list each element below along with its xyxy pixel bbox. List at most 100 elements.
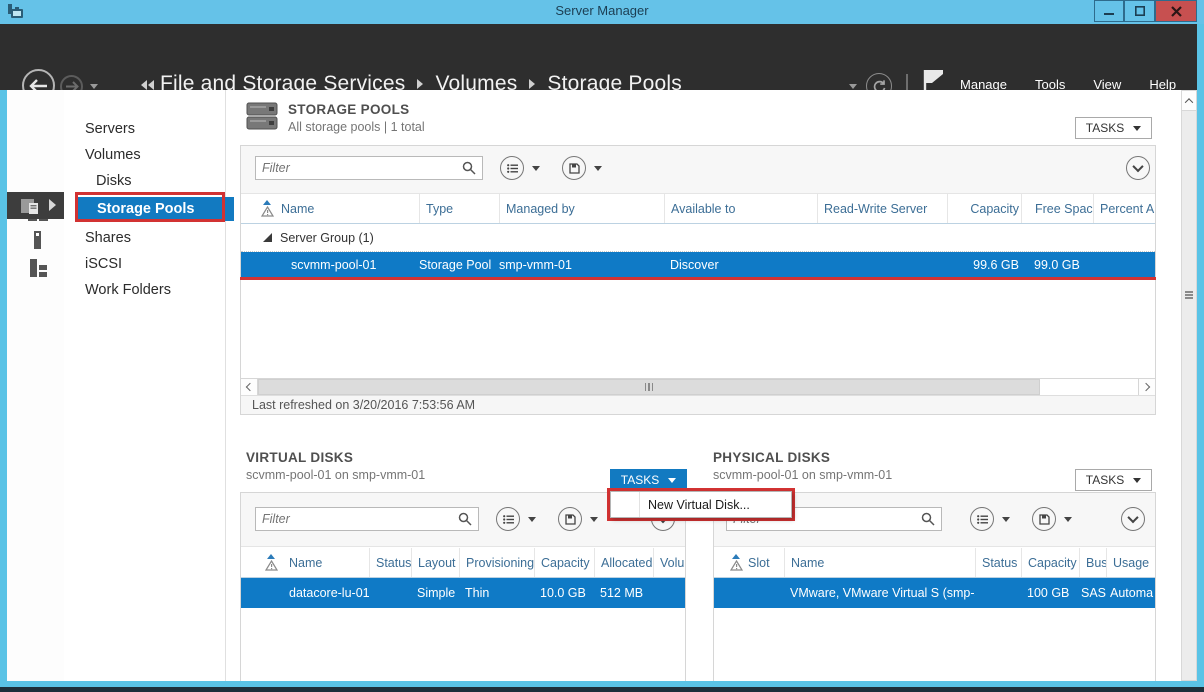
sort-column-header[interactable] — [253, 200, 281, 217]
window-border-bottom-dark — [0, 687, 1204, 692]
column-header-capacity[interactable]: Capacity — [947, 194, 1021, 223]
server-group-row[interactable]: Server Group (1) — [241, 224, 1155, 252]
save-query-caret-icon[interactable] — [590, 517, 598, 522]
save-query-button[interactable] — [562, 156, 586, 180]
view-options-button[interactable] — [970, 507, 994, 531]
close-icon — [1171, 6, 1182, 17]
cell-pool-available-to: Discover — [664, 258, 817, 272]
vertical-scrollbar-grip[interactable] — [1185, 291, 1193, 299]
sort-column-header[interactable] — [726, 554, 746, 571]
chevron-down-icon — [1127, 512, 1138, 523]
physical-disks-collapse-button[interactable] — [1121, 507, 1145, 531]
save-query-button[interactable] — [558, 507, 582, 531]
virtual-disks-subtitle: scvmm-pool-01 on smp-vmm-01 — [246, 468, 425, 482]
view-options-caret-icon[interactable] — [532, 166, 540, 171]
caret-down-icon — [668, 478, 676, 483]
column-header-volume[interactable]: Volun — [653, 548, 685, 577]
virtual-disks-table-header: Name Status Layout Provisioning Capacity… — [241, 548, 685, 578]
view-options-button[interactable] — [500, 156, 524, 180]
history-dropdown-caret-icon[interactable] — [90, 84, 98, 89]
column-header-allocated[interactable]: Allocated — [594, 548, 653, 577]
column-header-free-space[interactable]: Free Space — [1021, 194, 1093, 223]
column-header-available-to[interactable]: Available to — [664, 194, 817, 223]
local-server-icon[interactable] — [28, 231, 48, 249]
sort-ascending-icon — [267, 554, 275, 559]
horizontal-scrollbar-thumb[interactable] — [258, 379, 1040, 395]
view-options-button[interactable] — [496, 507, 520, 531]
breadcrumb-separator-icon — [529, 79, 535, 89]
virtual-disks-filter-input[interactable] — [256, 512, 458, 526]
sort-ascending-icon — [732, 554, 740, 559]
column-header-read-write-server[interactable]: Read-Write Server — [817, 194, 947, 223]
view-options-caret-icon[interactable] — [528, 517, 536, 522]
sidebar-item-shares[interactable]: Shares — [64, 225, 225, 251]
list-icon — [507, 164, 518, 173]
titlebar[interactable]: Server Manager — [0, 0, 1204, 24]
physical-disks-tasks-button[interactable]: TASKS — [1075, 469, 1152, 491]
storage-pools-subtitle: All storage pools | 1 total — [288, 120, 425, 134]
column-header-layout[interactable]: Layout — [411, 548, 459, 577]
physical-disks-table-header: Slot Name Status Capacity Bus Usage — [714, 548, 1155, 578]
all-servers-icon[interactable] — [28, 259, 48, 277]
sort-column-header[interactable] — [253, 554, 289, 571]
virtual-disk-row[interactable]: datacore-lu-01 Simple Thin 10.0 GB 512 M… — [241, 578, 685, 608]
storage-pools-tasks-button[interactable]: TASKS — [1075, 117, 1152, 139]
breadcrumb-separator-icon — [417, 79, 423, 89]
annotation-box-storage-pools — [75, 192, 225, 222]
column-header-capacity[interactable]: Capacity — [534, 548, 594, 577]
chevron-right-icon — [1142, 383, 1150, 391]
caret-down-icon — [1133, 478, 1141, 483]
search-icon — [921, 512, 935, 526]
storage-pools-toolbar — [241, 146, 1155, 194]
sidebar-item-work-folders[interactable]: Work Folders — [64, 277, 225, 303]
minimize-button[interactable] — [1094, 0, 1124, 22]
sidebar-item-servers[interactable]: Servers — [64, 116, 225, 142]
vertical-scrollbar[interactable] — [1181, 90, 1197, 681]
storage-pools-filter[interactable] — [255, 156, 483, 180]
storage-pools-collapse-button[interactable] — [1126, 156, 1150, 180]
cell-pd-usage: Automa — [1106, 586, 1155, 600]
alert-column-icon — [265, 560, 278, 571]
maximize-button[interactable] — [1124, 0, 1155, 22]
menu-item-new-virtual-disk[interactable]: New Virtual Disk... — [640, 498, 750, 512]
column-header-slot[interactable]: Slot — [746, 548, 784, 577]
view-options-caret-icon[interactable] — [1002, 517, 1010, 522]
column-header-name[interactable]: Name — [784, 548, 975, 577]
group-expander-icon[interactable] — [263, 233, 272, 242]
physical-disk-row[interactable]: VMware, VMware Virtual S (smp-s... 100 G… — [714, 578, 1155, 608]
storage-pool-row[interactable]: scvmm-pool-01 Storage Pool smp-vmm-01 Di… — [241, 252, 1155, 278]
breadcrumb-dropdown-caret-icon[interactable] — [849, 84, 857, 89]
sidebar-item-volumes[interactable]: Volumes — [64, 142, 225, 168]
horizontal-scrollbar[interactable] — [241, 378, 1155, 396]
virtual-disks-filter[interactable] — [255, 507, 479, 531]
sidebar-item-iscsi[interactable]: iSCSI — [64, 251, 225, 277]
save-query-button[interactable] — [1032, 507, 1056, 531]
breadcrumb-collapse-icon[interactable] — [141, 80, 154, 90]
column-header-name[interactable]: Name — [289, 548, 369, 577]
column-header-usage[interactable]: Usage — [1106, 548, 1155, 577]
column-header-percent-allocated[interactable]: Percent A — [1093, 194, 1155, 223]
column-header-status[interactable]: Status — [975, 548, 1021, 577]
column-header-managed-by[interactable]: Managed by — [499, 194, 664, 223]
virtual-disks-title: VIRTUAL DISKS — [246, 450, 425, 465]
storage-pools-filter-input[interactable] — [256, 161, 462, 175]
scroll-up-button[interactable] — [1182, 91, 1196, 111]
floppy-disk-icon — [1039, 514, 1050, 525]
window-title: Server Manager — [0, 3, 1204, 18]
alert-column-icon — [730, 560, 743, 571]
column-header-status[interactable]: Status — [369, 548, 411, 577]
column-header-bus[interactable]: Bus — [1079, 548, 1106, 577]
sidebar-item-disks[interactable]: Disks — [64, 168, 225, 194]
scroll-right-button[interactable] — [1138, 379, 1155, 395]
close-button[interactable] — [1155, 0, 1197, 22]
column-header-type[interactable]: Type — [419, 194, 499, 223]
column-header-capacity[interactable]: Capacity — [1021, 548, 1079, 577]
column-header-name[interactable]: Name — [281, 194, 419, 223]
scroll-left-button[interactable] — [241, 379, 258, 395]
cell-pool-free-space: 99.0 GB — [1021, 258, 1093, 272]
column-header-provisioning[interactable]: Provisioning — [459, 548, 534, 577]
annotation-underline-storage-pool-row — [240, 277, 1156, 280]
sort-ascending-icon — [263, 200, 271, 205]
save-query-caret-icon[interactable] — [1064, 517, 1072, 522]
save-query-caret-icon[interactable] — [594, 166, 602, 171]
